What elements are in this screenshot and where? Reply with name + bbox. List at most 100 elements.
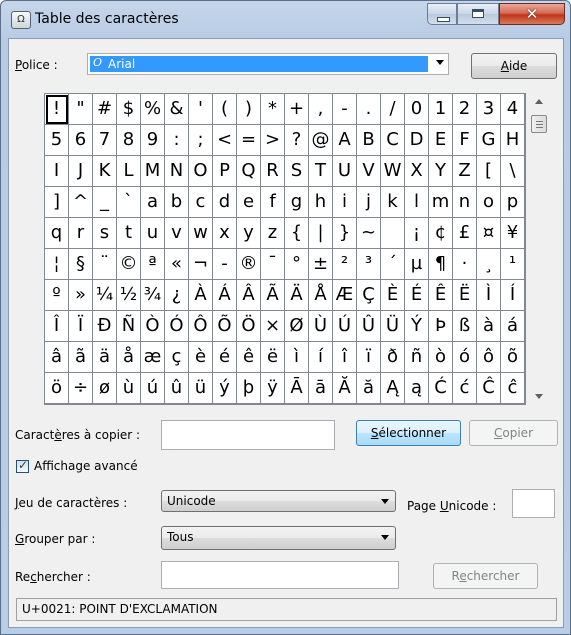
character-cell[interactable]: æ: [141, 342, 165, 373]
character-cell[interactable]: ¦: [45, 249, 69, 280]
unicode-page-input[interactable]: [512, 489, 555, 518]
scroll-down-arrow-icon[interactable]: [535, 394, 543, 399]
character-cell[interactable]: G: [477, 125, 501, 156]
character-cell[interactable]: ā: [309, 373, 333, 404]
character-cell[interactable]: >: [261, 125, 285, 156]
character-cell[interactable]: 8: [117, 125, 141, 156]
character-cell[interactable]: Ą: [381, 373, 405, 404]
character-cell[interactable]: ä: [93, 342, 117, 373]
character-cell[interactable]: ×: [261, 311, 285, 342]
character-cell[interactable]: V: [357, 156, 381, 187]
character-cell[interactable]: â: [45, 342, 69, 373]
character-cell[interactable]: 7: [93, 125, 117, 156]
character-cell[interactable]: n: [453, 187, 477, 218]
character-cell[interactable]: Ø: [285, 311, 309, 342]
character-cell[interactable]: :: [165, 125, 189, 156]
character-cell[interactable]: O: [189, 156, 213, 187]
character-cell[interactable]: ã: [69, 342, 93, 373]
character-cell[interactable]: ]: [45, 187, 69, 218]
character-cell[interactable]: ´: [381, 249, 405, 280]
character-cell[interactable]: ê: [237, 342, 261, 373]
character-cell[interactable]: .: [357, 94, 381, 125]
character-cell[interactable]: [: [477, 156, 501, 187]
character-cell[interactable]: ª: [141, 249, 165, 280]
character-cell[interactable]: Ï: [69, 311, 93, 342]
character-cell[interactable]: Ć: [429, 373, 453, 404]
character-cell[interactable]: f: [261, 187, 285, 218]
character-cell[interactable]: ": [69, 94, 93, 125]
character-cell[interactable]: D: [405, 125, 429, 156]
character-cell[interactable]: Å: [309, 280, 333, 311]
character-cell[interactable]: ì: [285, 342, 309, 373]
character-cell[interactable]: e: [237, 187, 261, 218]
character-cell[interactable]: Î: [45, 311, 69, 342]
character-cell[interactable]: 0: [405, 94, 429, 125]
character-cell[interactable]: Ò: [141, 311, 165, 342]
character-cell[interactable]: ă: [357, 373, 381, 404]
character-cell[interactable]: ü: [189, 373, 213, 404]
character-cell[interactable]: ó: [453, 342, 477, 373]
character-cell[interactable]: P: [213, 156, 237, 187]
character-cell[interactable]: H: [501, 125, 525, 156]
character-cell[interactable]: !: [45, 94, 69, 125]
character-cell[interactable]: ù: [117, 373, 141, 404]
character-cell[interactable]: å: [117, 342, 141, 373]
character-cell[interactable]: Ì: [477, 280, 501, 311]
character-cell[interactable]: «: [165, 249, 189, 280]
character-cell[interactable]: ø: [93, 373, 117, 404]
character-cell[interactable]: z: [261, 218, 285, 249]
character-cell[interactable]: Ä: [285, 280, 309, 311]
character-cell[interactable]: <: [213, 125, 237, 156]
character-cell[interactable]: ð: [381, 342, 405, 373]
character-cell[interactable]: [381, 218, 405, 249]
character-cell[interactable]: a: [141, 187, 165, 218]
character-cell[interactable]: £: [453, 218, 477, 249]
character-cell[interactable]: ©: [117, 249, 141, 280]
character-cell[interactable]: k: [381, 187, 405, 218]
character-cell[interactable]: p: [501, 187, 525, 218]
character-cell[interactable]: È: [381, 280, 405, 311]
character-cell[interactable]: »: [69, 280, 93, 311]
character-cell[interactable]: r: [69, 218, 93, 249]
character-cell[interactable]: ô: [477, 342, 501, 373]
chevron-down-icon[interactable]: [436, 60, 444, 65]
character-cell[interactable]: h: [309, 187, 333, 218]
character-cell[interactable]: ): [237, 94, 261, 125]
copy-button[interactable]: Copier: [469, 420, 558, 446]
character-cell[interactable]: Ĉ: [477, 373, 501, 404]
maximize-button[interactable]: [457, 3, 499, 25]
advanced-view-label[interactable]: Affichage avancé: [34, 459, 138, 473]
character-cell[interactable]: û: [165, 373, 189, 404]
character-cell[interactable]: µ: [405, 249, 429, 280]
character-cell[interactable]: ò: [429, 342, 453, 373]
character-cell[interactable]: Ó: [165, 311, 189, 342]
character-cell[interactable]: l: [405, 187, 429, 218]
character-cell[interactable]: ®: [237, 249, 261, 280]
character-cell[interactable]: é: [213, 342, 237, 373]
character-cell[interactable]: I: [45, 156, 69, 187]
character-cell[interactable]: Ü: [381, 311, 405, 342]
character-cell[interactable]: §: [69, 249, 93, 280]
character-cell[interactable]: o: [477, 187, 501, 218]
character-cell[interactable]: 5: [45, 125, 69, 156]
character-cell[interactable]: Ñ: [117, 311, 141, 342]
characters-to-copy-input[interactable]: [161, 420, 335, 450]
grid-scrollbar[interactable]: [530, 93, 548, 405]
character-cell[interactable]: Z: [453, 156, 477, 187]
character-cell[interactable]: Ù: [309, 311, 333, 342]
character-cell[interactable]: ¿: [165, 280, 189, 311]
character-cell[interactable]: 2: [453, 94, 477, 125]
character-cell[interactable]: ë: [261, 342, 285, 373]
character-cell[interactable]: @: [309, 125, 333, 156]
character-cell[interactable]: (: [213, 94, 237, 125]
character-cell[interactable]: S: [285, 156, 309, 187]
character-cell[interactable]: E: [429, 125, 453, 156]
character-cell[interactable]: ¹: [501, 249, 525, 280]
character-cell[interactable]: C: [381, 125, 405, 156]
character-cell[interactable]: ¶: [429, 249, 453, 280]
character-cell[interactable]: u: [141, 218, 165, 249]
character-cell[interactable]: ½: [117, 280, 141, 311]
character-cell[interactable]: {: [285, 218, 309, 249]
character-cell[interactable]: j: [357, 187, 381, 218]
character-cell[interactable]: Ý: [405, 311, 429, 342]
